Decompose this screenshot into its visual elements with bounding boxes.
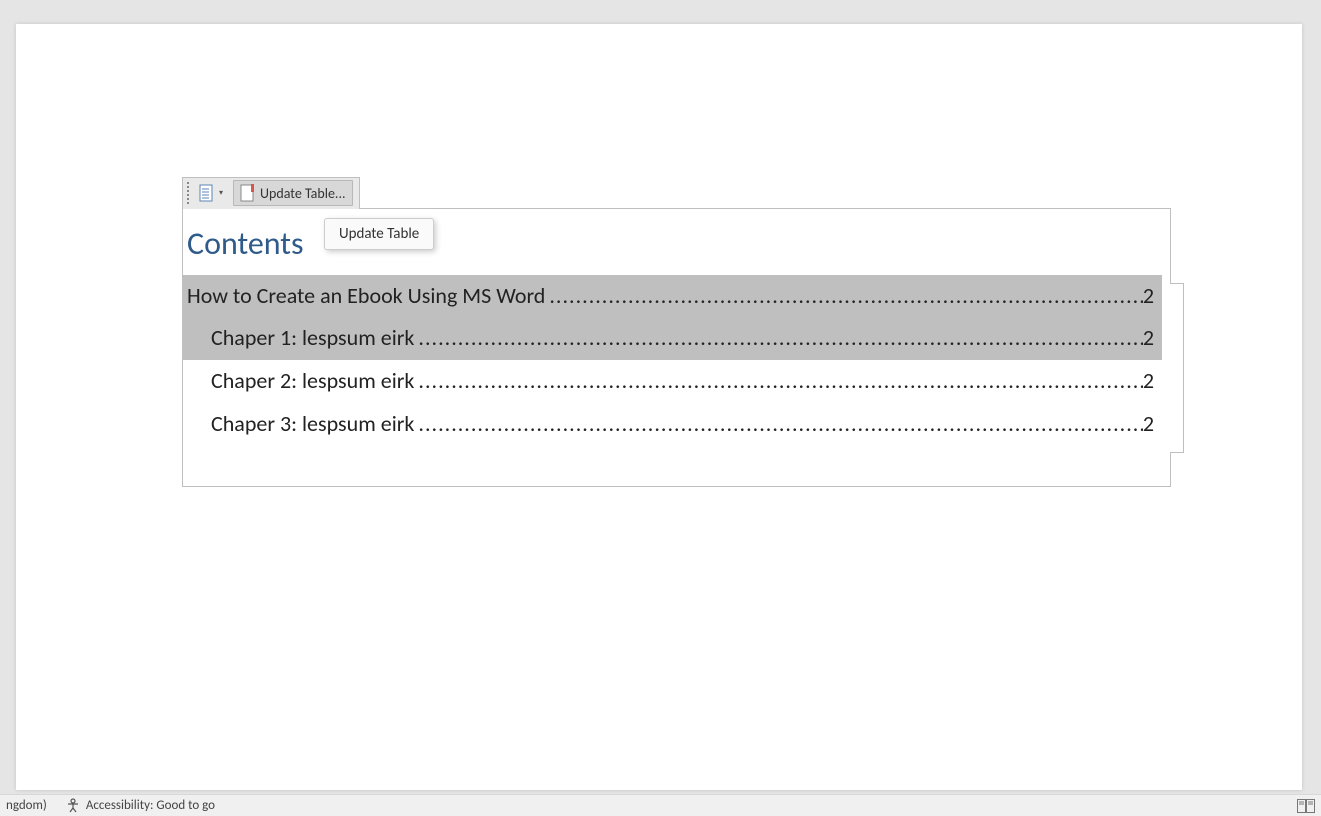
toc-leader-dots: ........................................… [414,323,1142,354]
toc-options-button[interactable]: ▾ [195,182,231,204]
toc-leader-dots: ........................................… [414,409,1142,440]
toc-entry-page: 2 [1143,281,1162,312]
toc-entry-text: Chaper 2: lespsum eirk [211,366,414,397]
status-bar: ngdom) Accessibility: Good to go [0,794,1321,816]
toc-entry-text: How to Create an Ebook Using MS Word [187,281,545,312]
status-accessibility[interactable]: Accessibility: Good to go [65,798,215,814]
status-right-group [1297,799,1315,813]
toc-entry[interactable]: Chaper 2: lespsum eirk .................… [183,360,1162,403]
toc-selection-notch [1170,283,1184,453]
update-table-label: Update Table... [260,185,346,202]
toc-entry[interactable]: Chaper 3: lespsum eirk .................… [183,403,1162,446]
document-icon [199,184,215,202]
toc-entry-text: Chaper 1: lespsum eirk [211,323,414,354]
toc-entry-text: Chaper 3: lespsum eirk [211,409,414,440]
toc-entry[interactable]: Chaper 1: lespsum eirk .................… [183,317,1162,360]
toc-leader-dots: ........................................… [414,366,1142,397]
chevron-down-icon: ▾ [219,188,223,198]
toc-entry-page: 2 [1143,323,1162,354]
toc-entry-page: 2 [1143,366,1162,397]
status-language[interactable]: ngdom) [6,798,47,813]
toc-control-tab: ▾ Update Table... [182,177,360,209]
update-table-button[interactable]: Update Table... [233,180,353,206]
tooltip-text: Update Table [339,225,419,243]
toc-entry[interactable]: How to Create an Ebook Using MS Word ...… [183,275,1162,318]
status-language-text: ngdom) [6,798,47,813]
drag-handle-icon[interactable] [187,182,193,204]
toc-entry-page: 2 [1143,409,1162,440]
toc-leader-dots: ........................................… [545,281,1142,312]
document-page: ▾ Update Table... Contents How to Create… [16,24,1302,790]
status-accessibility-text: Accessibility: Good to go [86,798,215,813]
update-document-icon [240,184,256,202]
accessibility-icon [65,798,81,814]
tooltip: Update Table [324,218,434,250]
read-mode-icon[interactable] [1297,799,1315,813]
